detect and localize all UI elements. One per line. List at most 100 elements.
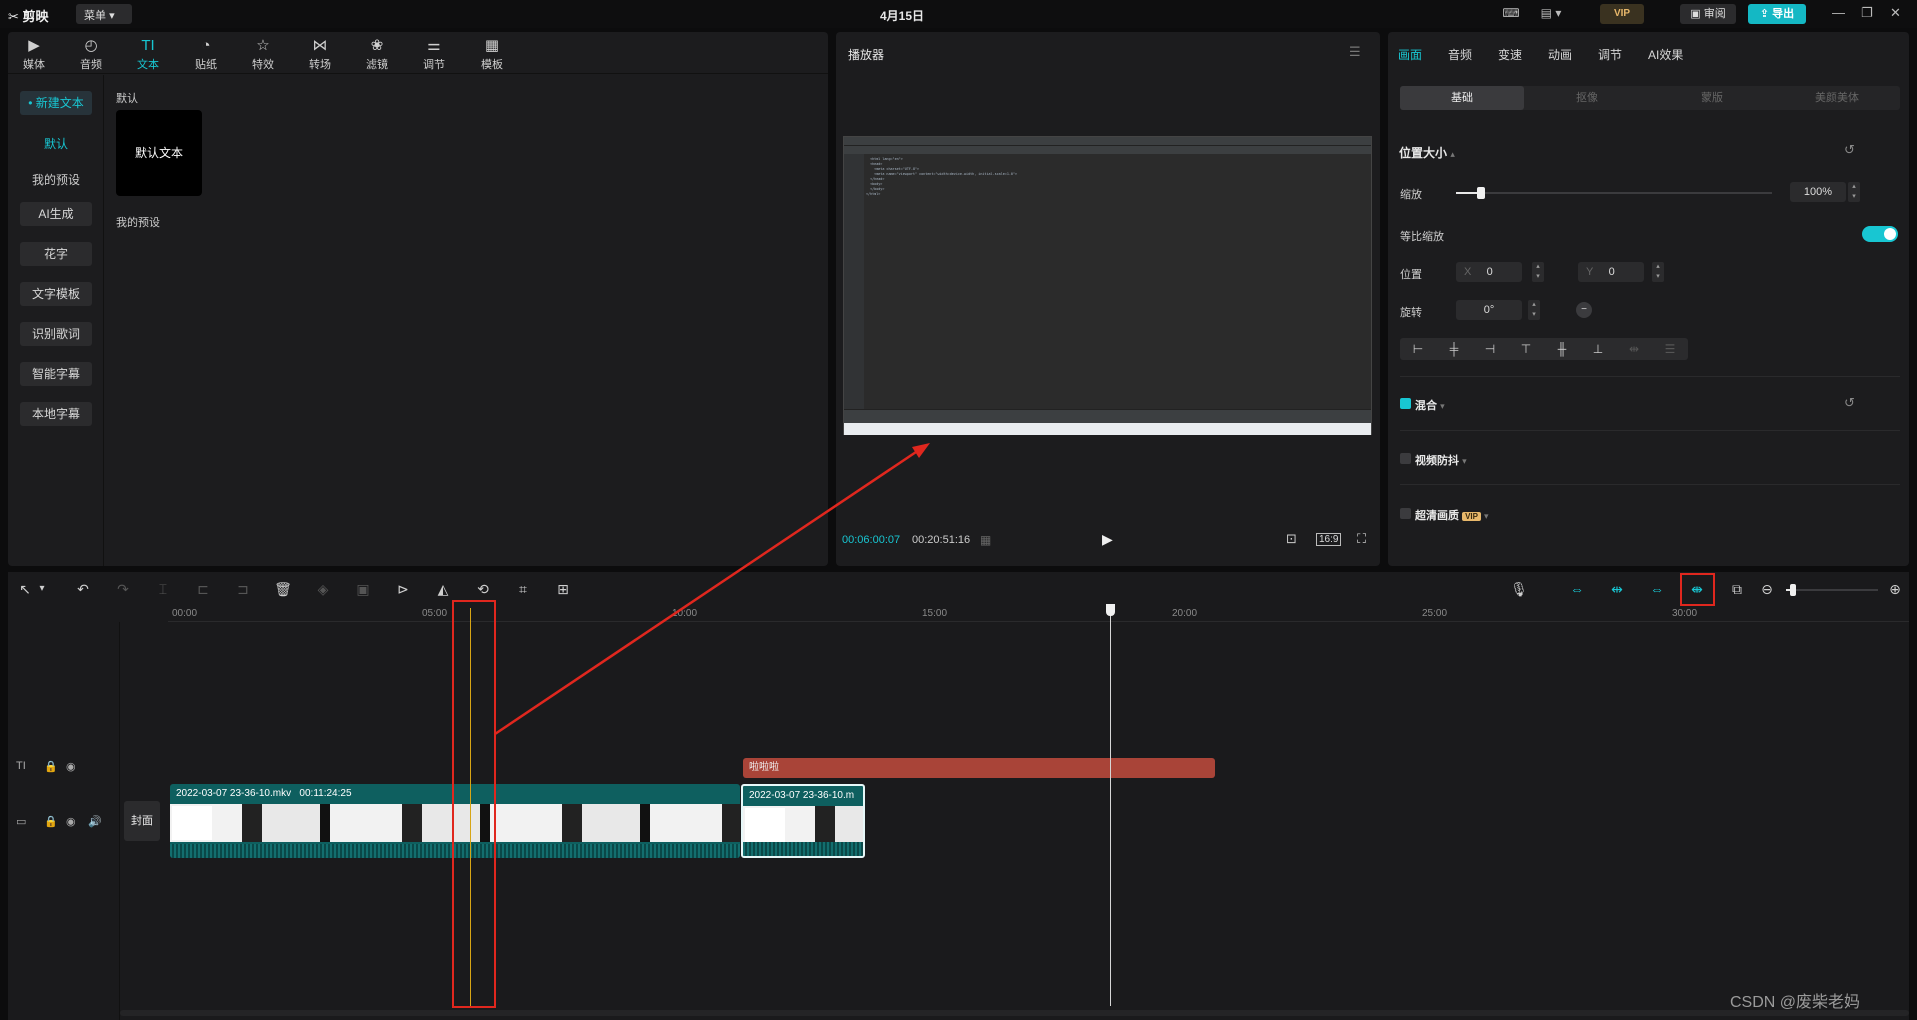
tab-effects[interactable]: ☆ 特效 <box>243 36 283 72</box>
vip-button[interactable]: VIP <box>1600 4 1644 24</box>
restore-icon[interactable]: ❐ <box>1861 5 1873 21</box>
scale-slider-handle[interactable] <box>1477 187 1486 199</box>
tab-animation[interactable]: 动画 <box>1548 46 1572 63</box>
review-button[interactable]: ▣ 审阅 <box>1680 4 1736 24</box>
close-icon[interactable]: ✕ <box>1890 5 1901 21</box>
sidebar-item-new-text[interactable]: • 新建文本 <box>20 91 92 115</box>
distribute-h-icon[interactable]: ⇹ <box>1616 338 1652 360</box>
linkage-icon[interactable]: ⇔ <box>1646 578 1668 600</box>
auto-snap-icon[interactable]: ⇹ <box>1606 578 1628 600</box>
timeline-ruler[interactable]: 00:00 05:00 10:00 15:00 20:00 25:00 30:0… <box>168 604 1909 622</box>
layout-icon[interactable]: ▤ ▾ <box>1536 6 1566 20</box>
screenshot-icon[interactable]: ⊡ <box>1286 531 1297 547</box>
rotate-input[interactable]: 0° <box>1456 300 1522 320</box>
scale-input[interactable]: 100% <box>1790 182 1846 202</box>
sidebar-item-lyrics[interactable]: 识别歌词 <box>20 322 92 346</box>
main-track-magnet-icon[interactable]: ⇔ <box>1566 578 1588 600</box>
scale-slider[interactable] <box>1456 187 1772 199</box>
delete-icon[interactable]: 🗑 <box>272 578 294 600</box>
position-y-stepper[interactable]: ▴ ▾ <box>1652 262 1664 282</box>
image-edit-icon[interactable]: ⊞ <box>552 578 574 600</box>
tab-audio-props[interactable]: 音频 <box>1448 46 1472 63</box>
default-text-card[interactable]: 默认文本 <box>116 110 202 196</box>
tab-text[interactable]: TI 文本 <box>128 36 168 72</box>
hd-checkbox[interactable] <box>1400 508 1411 519</box>
group-icon[interactable]: ▣ <box>352 578 374 600</box>
segment-beauty[interactable]: 美颜美体 <box>1775 86 1899 110</box>
select-tool-dropdown-icon[interactable]: ▾ <box>36 578 48 600</box>
scale-stepper[interactable]: ▴ ▾ <box>1848 182 1860 202</box>
trim-right-icon[interactable]: ⊐ <box>232 578 254 600</box>
tab-filter[interactable]: ❀ 滤镜 <box>357 36 397 72</box>
eye-icon[interactable]: ◉ <box>66 815 76 828</box>
fullscreen-icon[interactable]: ⛶ <box>1357 531 1366 547</box>
align-hcenter-icon[interactable]: ╪ <box>1436 338 1472 360</box>
segment-mask[interactable]: 蒙版 <box>1650 86 1774 110</box>
position-y-input[interactable]: Y 0 <box>1578 262 1644 282</box>
align-top-icon[interactable]: ⊤ <box>1508 338 1544 360</box>
mirror-icon[interactable]: ◭ <box>432 578 454 600</box>
zoom-in-icon[interactable]: ⊕ <box>1884 578 1906 600</box>
sidebar-item-ai[interactable]: AI生成 <box>20 202 92 226</box>
stabilize-checkbox[interactable] <box>1400 453 1411 464</box>
align-bottom-icon[interactable]: ⊥ <box>1580 338 1616 360</box>
segment-cutout[interactable]: 抠像 <box>1525 86 1649 110</box>
tab-ai-effects[interactable]: AI效果 <box>1648 46 1683 63</box>
blend-checkbox[interactable] <box>1400 398 1411 409</box>
uniform-scale-toggle[interactable] <box>1862 226 1898 242</box>
timeline-scrollbar[interactable] <box>120 1010 1909 1016</box>
video-clip-selected[interactable]: 2022-03-07 23-36-10.m <box>741 784 865 858</box>
cover-button[interactable]: 封面 <box>124 801 160 841</box>
sidebar-item-fancy[interactable]: 花字 <box>20 242 92 266</box>
timecode-grid-icon[interactable]: ▦ <box>980 533 991 547</box>
zoom-slider[interactable] <box>1786 584 1878 596</box>
tab-adjust[interactable]: ⚌ 调节 <box>414 36 454 72</box>
zoom-out-icon[interactable]: ⊖ <box>1756 578 1778 600</box>
tab-transition[interactable]: ⋈ 转场 <box>300 36 340 72</box>
sidebar-item-default[interactable]: 默认 <box>20 135 92 155</box>
tab-template[interactable]: ▦ 模板 <box>472 36 512 72</box>
playhead-handle[interactable] <box>1106 604 1115 616</box>
tab-sticker[interactable]: ◔ 贴纸 <box>186 36 226 72</box>
tab-adjust-props[interactable]: 调节 <box>1598 46 1622 63</box>
rotate-icon[interactable]: ⟲ <box>472 578 494 600</box>
menu-button[interactable]: 菜单 ▾ <box>76 4 132 24</box>
distribute-v-icon[interactable]: ☰ <box>1652 338 1688 360</box>
stabilize-section[interactable]: 视频防抖 ▾ <box>1415 452 1467 468</box>
sidebar-item-my-presets[interactable]: 我的预设 <box>20 171 92 191</box>
fit-timeline-icon[interactable]: ⧉ <box>1726 578 1748 600</box>
aspect-ratio-button[interactable]: 16:9 <box>1316 533 1342 546</box>
sidebar-item-smart-subs[interactable]: 智能字幕 <box>20 362 92 386</box>
tab-picture[interactable]: 画面 <box>1398 46 1422 63</box>
tab-audio[interactable]: ◴ 音频 <box>71 36 111 72</box>
segment-basic[interactable]: 基础 <box>1400 86 1524 110</box>
player-menu-icon[interactable]: ☰ <box>1349 44 1361 60</box>
tab-media[interactable]: ▶ 媒体 <box>14 36 54 72</box>
tab-speed[interactable]: 变速 <box>1498 46 1522 63</box>
split-icon[interactable]: ⌶ <box>152 578 174 600</box>
play-icon[interactable]: ▶ <box>1102 531 1113 548</box>
align-left-icon[interactable]: ⊢ <box>1400 338 1436 360</box>
position-x-stepper[interactable]: ▴ ▾ <box>1532 262 1544 282</box>
lock-icon[interactable]: 🔒 <box>44 815 58 828</box>
lock-icon[interactable]: 🔒 <box>44 760 58 773</box>
align-right-icon[interactable]: ⊣ <box>1472 338 1508 360</box>
speaker-icon[interactable]: 🔊 <box>88 815 102 828</box>
eye-icon[interactable]: ◉ <box>66 760 76 773</box>
blend-reset-icon[interactable]: ↺ <box>1844 395 1855 411</box>
sidebar-item-local-subs[interactable]: 本地字幕 <box>20 402 92 426</box>
align-vcenter-icon[interactable]: ╫ <box>1544 338 1580 360</box>
trim-left-icon[interactable]: ⊏ <box>192 578 214 600</box>
select-tool-icon[interactable]: ↖ <box>14 578 36 600</box>
crop-icon[interactable]: ⌗ <box>512 578 534 600</box>
zoom-slider-handle[interactable] <box>1790 584 1796 596</box>
export-button[interactable]: ⇪ 导出 <box>1748 4 1806 24</box>
position-x-input[interactable]: X 0 <box>1456 262 1522 282</box>
text-clip[interactable]: 啦啦啦 <box>743 758 1215 778</box>
redo-icon[interactable]: ↷ <box>112 578 134 600</box>
pos-size-section[interactable]: 位置大小 ▴ <box>1399 144 1455 161</box>
microphone-icon[interactable]: 🎙 <box>1508 578 1530 600</box>
freeze-icon[interactable]: ◈ <box>312 578 334 600</box>
keyboard-icon[interactable]: ⌨ <box>1502 6 1520 20</box>
blend-section[interactable]: 混合 ▾ <box>1415 397 1445 413</box>
